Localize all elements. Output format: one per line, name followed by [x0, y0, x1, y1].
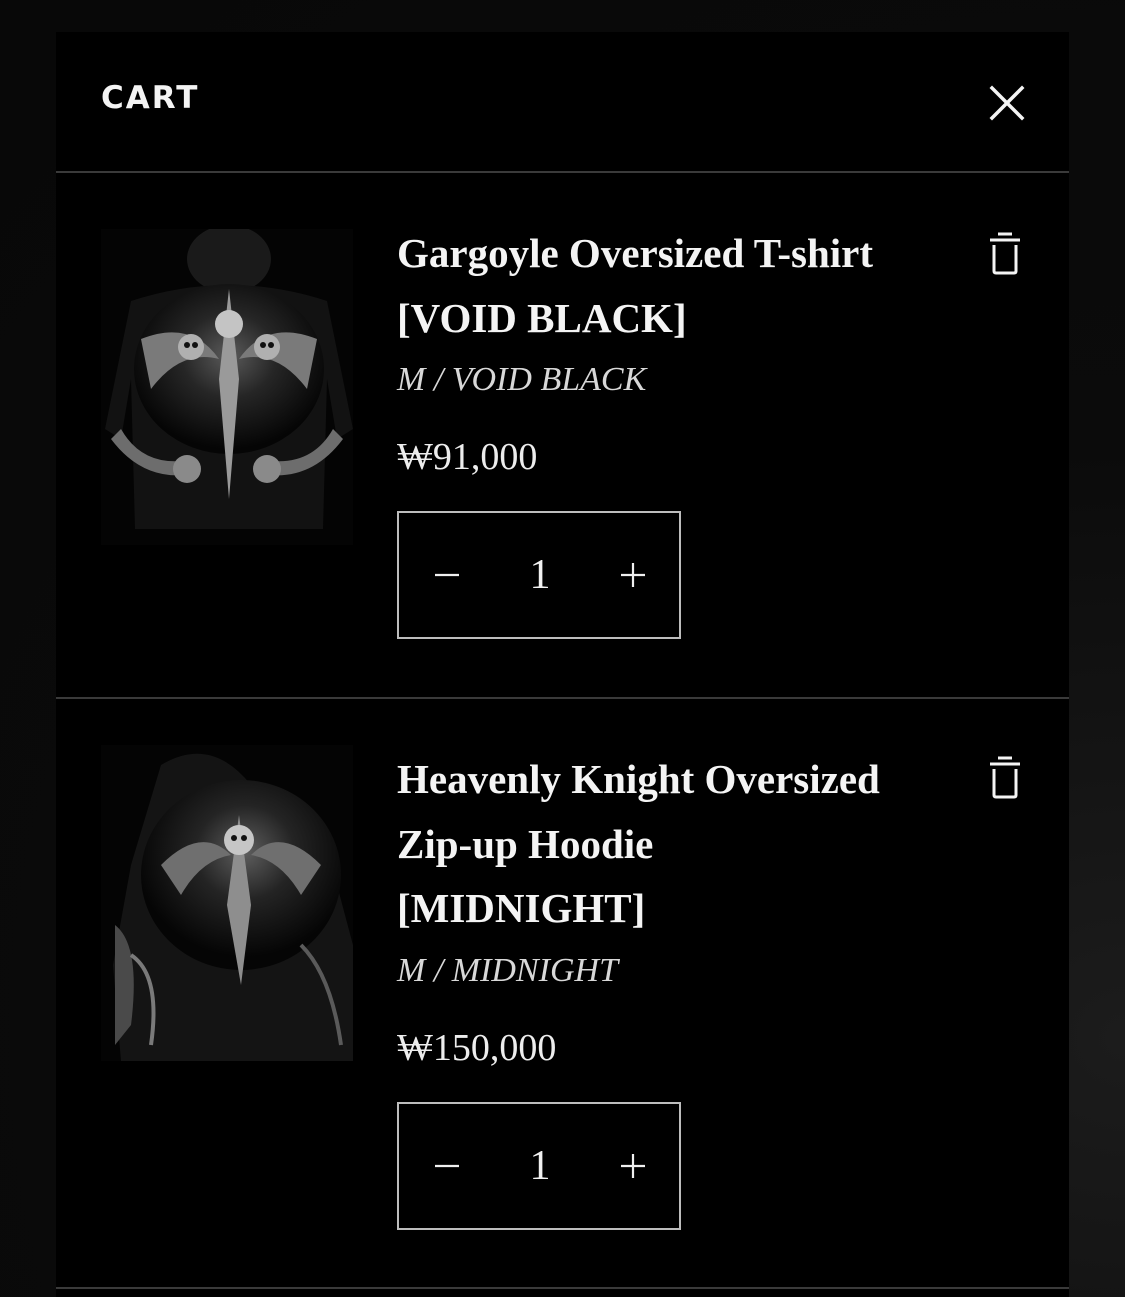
- product-image[interactable]: [101, 745, 353, 1061]
- plus-icon: [621, 1153, 645, 1178]
- product-price: ₩91,000: [397, 436, 538, 478]
- cart-header: CART: [56, 32, 1069, 173]
- product-price: ₩150,000: [397, 1026, 557, 1069]
- product-variant: M / VOID BLACK: [397, 361, 647, 398]
- cart-title: CART: [101, 80, 200, 116]
- trash-icon: [990, 756, 1020, 799]
- product-name-line: Heavenly Knight Oversized: [397, 756, 880, 802]
- product-name-line: [MIDNIGHT]: [397, 885, 646, 931]
- quantity-stepper: 1: [397, 1101, 681, 1230]
- minus-icon: [435, 573, 459, 577]
- quantity-value[interactable]: 1: [495, 513, 585, 637]
- product-variant: M / MIDNIGHT: [397, 951, 618, 989]
- quantity-increase-button[interactable]: [585, 1104, 681, 1228]
- cart-drawer: CART Gargoyle Oversized T-shirt [VOID BL…: [56, 32, 1069, 1297]
- product-image-gargoyle-tshirt: [101, 229, 353, 545]
- remove-item-button[interactable]: [986, 755, 1024, 799]
- item-info: Gargoyle Oversized T-shirt [VOID BLACK] …: [397, 221, 937, 639]
- product-name-line: Gargoyle Oversized T-shirt: [397, 230, 874, 276]
- quantity-value[interactable]: 1: [495, 1104, 585, 1228]
- cart-item: Heavenly Knight Oversized Zip-up Hoodie …: [56, 699, 1069, 1289]
- product-image[interactable]: [101, 229, 353, 545]
- product-name-line: Zip-up Hoodie: [397, 820, 654, 867]
- item-info: Heavenly Knight Oversized Zip-up Hoodie …: [397, 747, 937, 1230]
- trash-icon: [990, 232, 1020, 275]
- quantity-decrease-button[interactable]: [399, 513, 495, 637]
- quantity-decrease-button[interactable]: [399, 1104, 495, 1228]
- close-button[interactable]: [986, 82, 1028, 124]
- product-name[interactable]: Heavenly Knight Oversized Zip-up Hoodie …: [397, 747, 937, 941]
- quantity-stepper: 1: [397, 511, 681, 639]
- cart-item: Gargoyle Oversized T-shirt [VOID BLACK] …: [56, 173, 1069, 699]
- product-name-line: [VOID BLACK]: [397, 294, 687, 341]
- product-name[interactable]: Gargoyle Oversized T-shirt [VOID BLACK]: [397, 221, 937, 350]
- remove-item-button[interactable]: [986, 231, 1024, 275]
- close-icon: [989, 85, 1025, 121]
- minus-icon: [435, 1164, 459, 1167]
- product-image-heavenly-knight-hoodie: [101, 745, 353, 1061]
- quantity-increase-button[interactable]: [585, 513, 681, 637]
- plus-icon: [621, 563, 645, 587]
